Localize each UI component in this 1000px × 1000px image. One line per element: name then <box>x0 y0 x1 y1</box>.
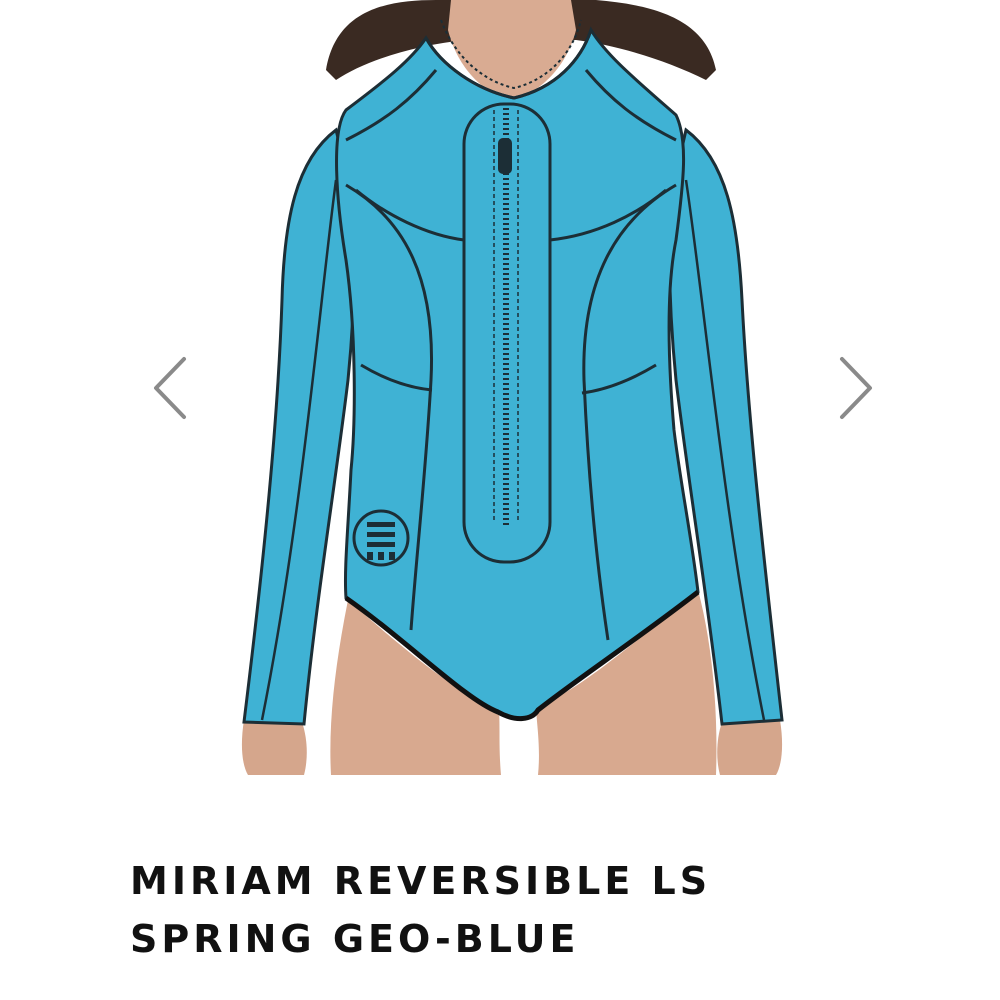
chevron-left-icon <box>154 357 186 419</box>
product-image <box>241 0 784 775</box>
zipper-pull <box>498 138 512 174</box>
product-title-line-1: MIRIAM REVERSIBLE LS <box>130 859 712 903</box>
gallery-next-button[interactable] <box>836 355 876 421</box>
left-sleeve <box>242 127 357 726</box>
product-gallery <box>0 0 1000 780</box>
left-hand <box>241 720 307 775</box>
product-title-line-2: SPRING GEO-BLUE <box>130 917 580 961</box>
product-title: MIRIAM REVERSIBLE LS SPRING GEO-BLUE <box>130 852 930 968</box>
gallery-prev-button[interactable] <box>150 355 190 421</box>
right-hand <box>717 720 783 775</box>
chevron-right-icon <box>840 357 872 419</box>
